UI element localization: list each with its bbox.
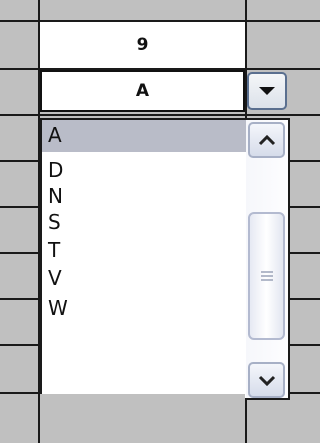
chevron-down-icon [258, 375, 275, 386]
scroll-thumb[interactable] [248, 212, 285, 340]
selected-highlight [42, 120, 246, 152]
grid-line [0, 114, 320, 116]
list-item-T[interactable]: T [48, 238, 60, 262]
scroll-down-button[interactable] [248, 362, 285, 398]
list-item-D[interactable]: D [48, 158, 63, 182]
scrollbar-track[interactable] [246, 120, 288, 398]
cell-header-value: 9 [136, 35, 149, 55]
list-item-S[interactable]: S [48, 210, 61, 234]
list-item-V[interactable]: V [48, 266, 62, 290]
list-item-A[interactable]: A [48, 123, 62, 147]
cell-editor-value: A [135, 81, 150, 101]
dropdown-list[interactable]: A D N S T V W [40, 118, 290, 400]
list-item-W[interactable]: W [48, 296, 68, 320]
chevron-down-icon [259, 87, 275, 95]
scroll-up-button[interactable] [248, 122, 285, 158]
grip-lines-icon [260, 271, 273, 281]
cell-bottom[interactable] [40, 394, 245, 443]
chevron-up-icon [258, 134, 275, 146]
list-item-N[interactable]: N [48, 184, 63, 208]
dropdown-button[interactable] [247, 72, 287, 110]
